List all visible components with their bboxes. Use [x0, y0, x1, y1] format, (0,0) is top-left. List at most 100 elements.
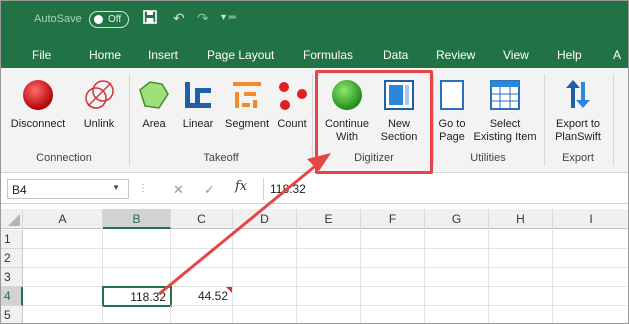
disconnect-icon: [21, 78, 55, 116]
tab-help[interactable]: Help: [557, 48, 582, 62]
cell-b5[interactable]: [103, 306, 171, 323]
autosave-label: AutoSave: [34, 13, 82, 25]
tab-review[interactable]: Review: [436, 48, 475, 62]
select-label-line2: Existing Item: [473, 131, 537, 143]
go-to-page-button[interactable]: Go to Page: [433, 72, 471, 150]
cell-a4[interactable]: [23, 287, 103, 306]
row-header-2[interactable]: 2: [1, 249, 23, 268]
select-all-corner[interactable]: [1, 209, 23, 229]
group-separator: [129, 74, 130, 166]
comment-indicator-icon: [226, 287, 232, 293]
export-label-line2: PlanSwift: [555, 131, 601, 143]
utilities-group-label: Utilities: [470, 152, 506, 164]
fx-icon[interactable]: fx: [235, 179, 247, 194]
cancel-icon[interactable]: ✕: [173, 182, 184, 198]
export-icon: [561, 78, 595, 116]
column-header-c[interactable]: C: [171, 209, 233, 229]
tab-page-layout[interactable]: Page Layout: [207, 48, 274, 62]
column-header-f[interactable]: F: [361, 209, 425, 229]
group-separator: [544, 74, 545, 166]
linear-button[interactable]: Linear: [175, 72, 221, 150]
linear-icon: [181, 78, 215, 116]
disconnect-button[interactable]: Disconnect: [1, 72, 75, 150]
cell-c3[interactable]: [171, 268, 233, 287]
count-button[interactable]: Count: [273, 72, 311, 150]
goto-label-line1: Go to: [438, 118, 466, 130]
segment-label: Segment: [224, 118, 270, 130]
cell-c2[interactable]: [171, 249, 233, 268]
cell-b4[interactable]: 118.32: [102, 286, 172, 307]
unlink-icon: [82, 78, 116, 116]
spreadsheet-grid: A B C D E F G H I 1 2 3 4 5 118.32 44.52: [1, 209, 628, 323]
linear-label: Linear: [182, 118, 214, 130]
unlink-label: Unlink: [83, 118, 115, 130]
cell-a5[interactable]: [23, 306, 103, 323]
area-icon: [137, 78, 171, 116]
export-label: Export to PlanSwift: [547, 118, 609, 144]
cell-c1[interactable]: [171, 230, 233, 249]
column-header-a[interactable]: A: [23, 209, 103, 229]
tab-overflow[interactable]: A: [613, 48, 621, 62]
row-header-4[interactable]: 4: [1, 287, 23, 306]
count-icon: [275, 78, 309, 116]
area-button[interactable]: Area: [133, 72, 175, 150]
disconnect-label: Disconnect: [10, 118, 66, 130]
name-box-value: B4: [12, 183, 27, 197]
cell-b3[interactable]: [103, 268, 171, 287]
save-icon[interactable]: [143, 10, 157, 27]
column-header-g[interactable]: G: [425, 209, 489, 229]
connection-group-label: Connection: [36, 152, 92, 164]
cell-a1[interactable]: [23, 230, 103, 249]
chevron-down-icon[interactable]: ▼: [112, 183, 120, 192]
segment-button[interactable]: Segment: [219, 72, 275, 150]
name-box[interactable]: B4 ▼: [7, 179, 129, 199]
select-existing-item-button[interactable]: Select Existing Item: [469, 72, 541, 150]
toggle-knob: [94, 15, 103, 24]
more-options-icon: ⋮: [138, 183, 148, 194]
row-header-1[interactable]: 1: [1, 230, 23, 249]
row-header-5[interactable]: 5: [1, 306, 23, 323]
group-separator: [312, 74, 313, 166]
cell-a2[interactable]: [23, 249, 103, 268]
digitizer-highlight-box: [315, 70, 433, 174]
cell-a3[interactable]: [23, 268, 103, 287]
export-to-planswift-button[interactable]: Export to PlanSwift: [547, 72, 609, 150]
column-header-i[interactable]: I: [553, 209, 628, 229]
cell-c5[interactable]: [171, 306, 233, 323]
autosave-state: Off: [108, 14, 122, 25]
cell-c4[interactable]: 44.52: [171, 287, 233, 306]
tab-data[interactable]: Data: [383, 48, 408, 62]
formula-bar: B4 ▼ ⋮ ✕ ✓ fx 118.32: [1, 174, 628, 204]
tab-file[interactable]: File: [32, 48, 51, 62]
tab-view[interactable]: View: [503, 48, 529, 62]
cell-b2[interactable]: [103, 249, 171, 268]
column-header-b[interactable]: B: [103, 209, 171, 229]
page-icon: [435, 78, 469, 116]
row-header-3[interactable]: 3: [1, 268, 23, 287]
cell-b1[interactable]: [103, 230, 171, 249]
table-icon: [488, 78, 522, 116]
column-header-d[interactable]: D: [233, 209, 297, 229]
undo-icon[interactable]: ↶: [173, 10, 185, 27]
takeoff-group-label: Takeoff: [203, 152, 239, 164]
customize-qat-icon[interactable]: ▾ ═: [221, 12, 236, 23]
enter-icon[interactable]: ✓: [204, 182, 215, 198]
goto-label-line2: Page: [439, 131, 465, 143]
unlink-button[interactable]: Unlink: [75, 72, 123, 150]
cell-c4-value: 44.52: [197, 289, 228, 303]
column-header-e[interactable]: E: [297, 209, 361, 229]
group-separator: [613, 74, 614, 166]
formula-input[interactable]: 118.32: [263, 178, 628, 200]
tab-insert[interactable]: Insert: [148, 48, 178, 62]
column-header-h[interactable]: H: [489, 209, 553, 229]
area-label: Area: [142, 118, 166, 130]
redo-icon[interactable]: ↷: [197, 10, 209, 27]
tab-formulas[interactable]: Formulas: [303, 48, 353, 62]
export-group-label: Export: [562, 152, 594, 164]
go-to-page-label: Go to Page: [433, 118, 471, 144]
tab-home[interactable]: Home: [89, 48, 121, 62]
count-label: Count: [277, 118, 307, 130]
formula-value: 118.32: [270, 182, 306, 196]
autosave-toggle[interactable]: Off: [89, 11, 129, 28]
segment-icon: [230, 78, 264, 116]
